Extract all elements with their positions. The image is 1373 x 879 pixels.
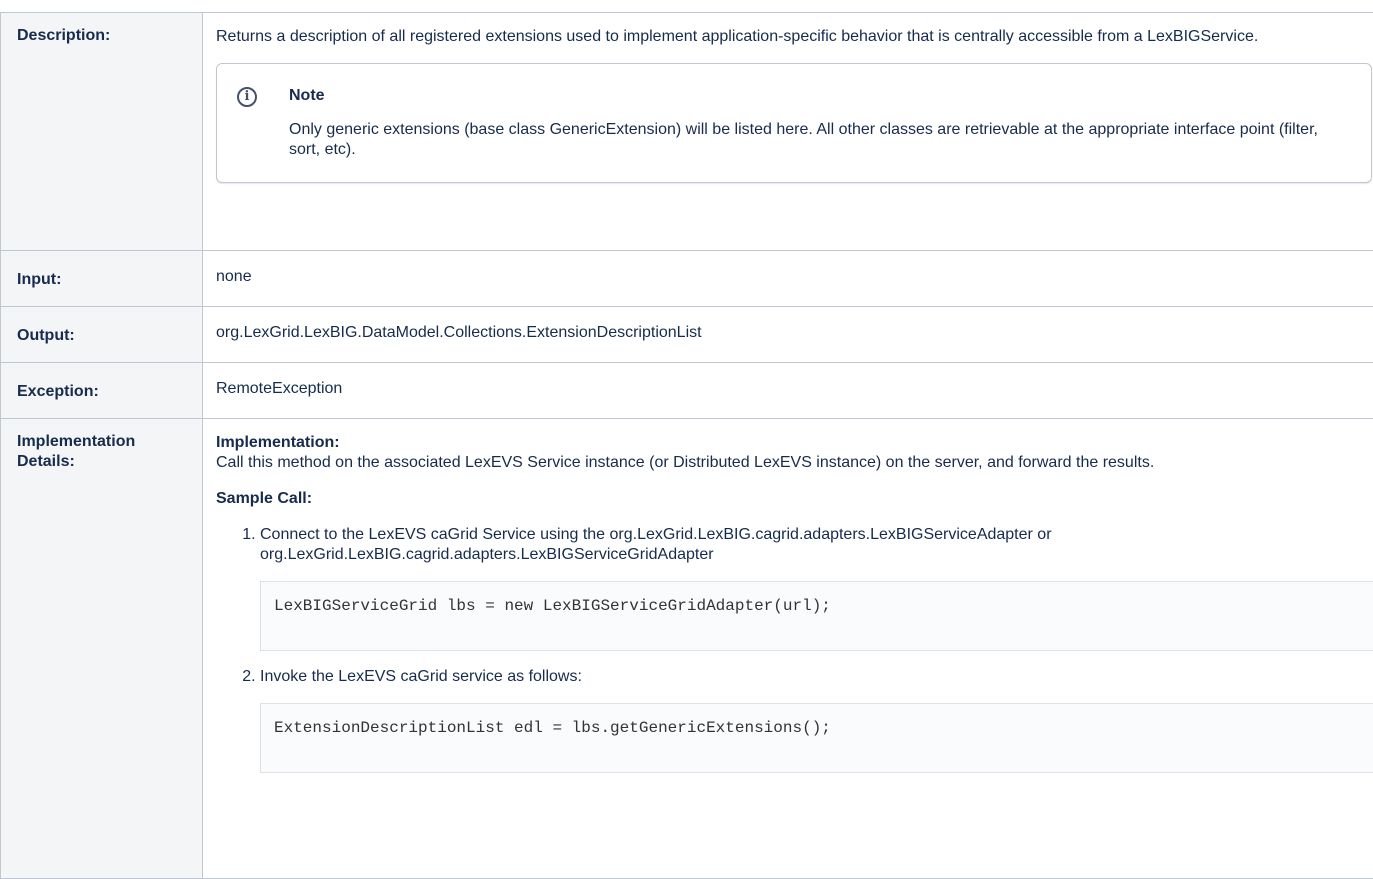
sample-steps-list: Connect to the LexEVS caGrid Service usi… — [216, 525, 1373, 773]
exception-label: Exception: — [1, 363, 203, 419]
step-text: Invoke the LexEVS caGrid service as foll… — [260, 668, 582, 685]
info-icon: i — [237, 87, 257, 107]
sample-call-heading: Sample Call: — [216, 489, 1373, 509]
input-value: none — [203, 251, 1373, 307]
code-block[interactable]: LexBIGServiceGrid lbs = new LexBIGServic… — [260, 581, 1373, 651]
code-block[interactable]: ExtensionDescriptionList edl = lbs.getGe… — [260, 703, 1373, 773]
output-value: org.LexGrid.LexBIG.DataModel.Collections… — [203, 307, 1373, 363]
description-row: Description: Returns a description of al… — [1, 13, 1373, 251]
implementation-text: Call this method on the associated LexEV… — [216, 453, 1373, 473]
output-row: Output: org.LexGrid.LexBIG.DataModel.Col… — [1, 307, 1373, 363]
description-label: Description: — [1, 13, 203, 251]
list-item: Invoke the LexEVS caGrid service as foll… — [260, 667, 1373, 773]
exception-row: Exception: RemoteException — [1, 363, 1373, 419]
implementation-heading: Implementation: — [216, 433, 1373, 453]
implementation-cell: Implementation: Call this method on the … — [203, 419, 1373, 879]
implementation-label: Implementation Details: — [1, 419, 203, 879]
note-body: Only generic extensions (base class Gene… — [289, 120, 1351, 160]
input-row: Input: none — [1, 251, 1373, 307]
note-panel: i Note Only generic extensions (base cla… — [216, 63, 1372, 183]
list-item: Connect to the LexEVS caGrid Service usi… — [260, 525, 1373, 651]
output-label: Output: — [1, 307, 203, 363]
method-spec-table: Description: Returns a description of al… — [0, 12, 1373, 879]
implementation-row: Implementation Details: Implementation: … — [1, 419, 1373, 879]
exception-value: RemoteException — [203, 363, 1373, 419]
input-label: Input: — [1, 251, 203, 307]
description-text: Returns a description of all registered … — [216, 27, 1373, 47]
note-title: Note — [289, 86, 1351, 106]
step-text: Connect to the LexEVS caGrid Service usi… — [260, 526, 1052, 563]
description-cell: Returns a description of all registered … — [203, 13, 1373, 251]
